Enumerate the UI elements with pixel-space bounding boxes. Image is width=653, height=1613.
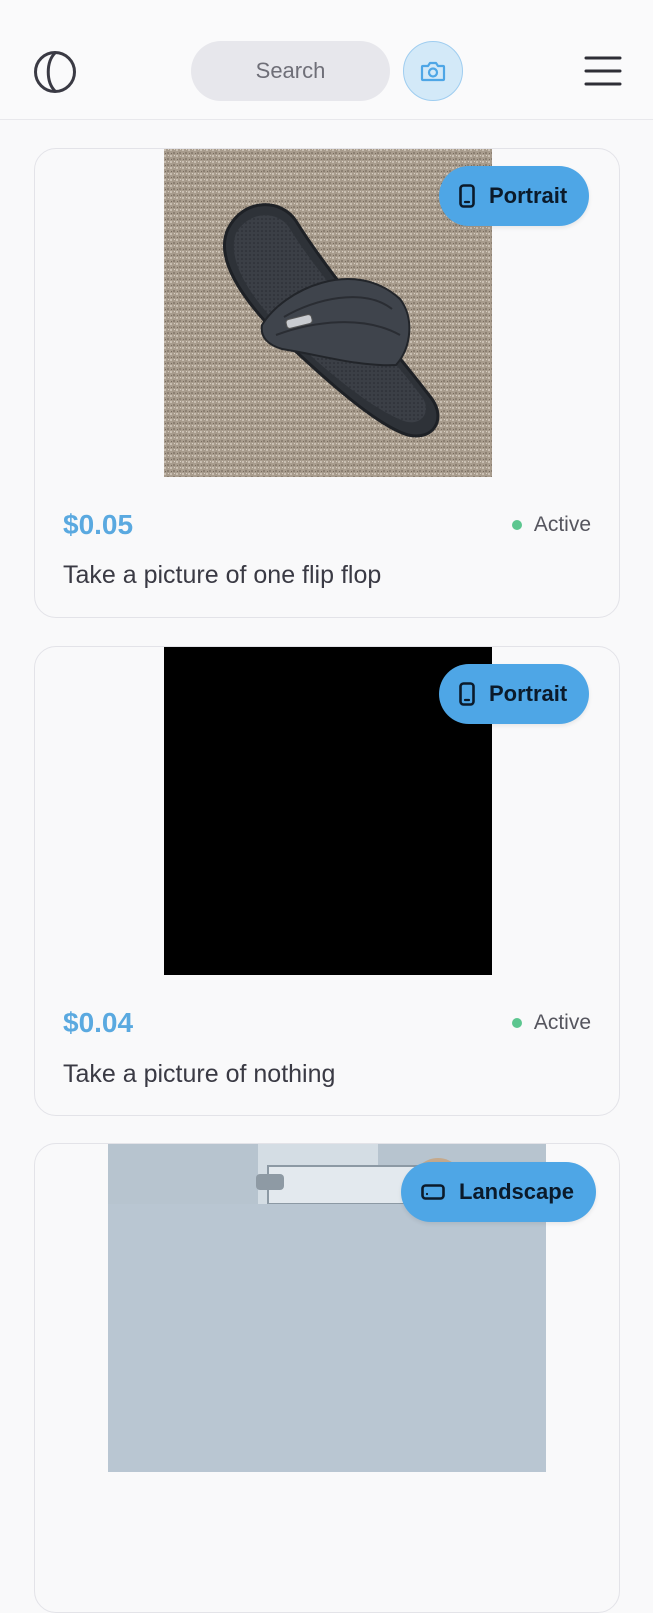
orientation-badge: Portrait — [439, 166, 590, 226]
task-card[interactable]: Portrait $0.05 Active Take a picture of … — [34, 148, 620, 618]
orientation-label: Portrait — [489, 183, 568, 208]
hamburger-menu-icon — [584, 56, 622, 86]
search-input[interactable]: Search — [191, 41, 390, 101]
price: $0.04 — [63, 1007, 134, 1038]
status-badge: Active — [511, 513, 591, 537]
logo-icon[interactable] — [33, 50, 77, 94]
phone-portrait-icon — [459, 682, 475, 706]
task-description: Take a picture of one flip flop — [63, 561, 382, 589]
task-card[interactable]: Portrait $0.04 Active Take a picture of … — [34, 646, 620, 1116]
status-label: Active — [533, 1011, 591, 1034]
status-dot-icon — [511, 520, 522, 530]
task-card[interactable]: Landscape — [34, 1143, 620, 1613]
phone-landscape-icon — [421, 1184, 445, 1200]
orientation-badge: Portrait — [439, 664, 590, 724]
status-dot-icon — [511, 1018, 522, 1028]
hamburger-menu-button[interactable] — [584, 52, 622, 90]
status-badge: Active — [511, 1011, 591, 1035]
task-description: Take a picture of nothing — [63, 1060, 336, 1088]
price: $0.05 — [63, 509, 134, 540]
orientation-badge: Landscape — [401, 1162, 596, 1222]
orientation-label: Landscape — [459, 1179, 574, 1204]
app-header: Search — [0, 0, 653, 120]
camera-button[interactable] — [403, 41, 463, 101]
search-placeholder: Search — [255, 58, 326, 83]
status-label: Active — [533, 513, 591, 536]
camera-icon — [420, 61, 446, 82]
orientation-label: Portrait — [489, 681, 568, 706]
phone-portrait-icon — [459, 184, 475, 208]
